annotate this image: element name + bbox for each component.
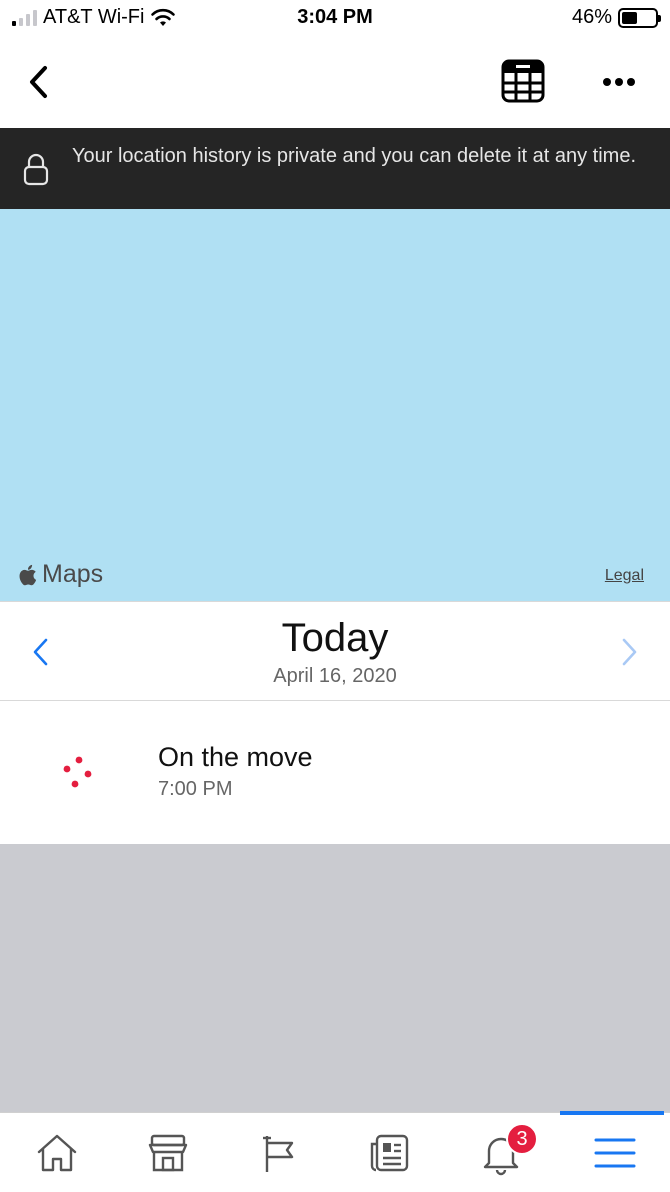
next-day-button[interactable]	[614, 632, 644, 672]
apple-maps-logo: Maps	[18, 560, 103, 589]
back-button[interactable]	[18, 60, 58, 104]
battery-icon	[618, 7, 661, 28]
more-options-button[interactable]	[596, 60, 642, 104]
nav-bar	[0, 38, 670, 128]
notification-badge: 3	[506, 1123, 538, 1155]
marketplace-icon	[148, 1134, 188, 1172]
date-title: Today	[281, 616, 389, 660]
status-time: 3:04 PM	[297, 6, 373, 28]
map-view[interactable]: Maps Legal	[0, 209, 670, 601]
chevron-left-icon	[30, 66, 47, 98]
ellipsis-icon	[603, 78, 635, 86]
menu-icon	[594, 1138, 636, 1168]
privacy-message: Your location history is private and you…	[72, 145, 637, 167]
date-subtitle: April 16, 2020	[273, 665, 397, 687]
apple-logo-icon	[19, 564, 37, 585]
tab-pages[interactable]	[224, 1113, 334, 1192]
date-selector: Today April 16, 2020	[0, 601, 670, 701]
tab-home[interactable]	[2, 1113, 112, 1192]
tab-bar: 3	[0, 1111, 670, 1192]
chevron-right-icon	[622, 638, 637, 666]
status-bar: AT&T Wi-Fi 3:04 PM 46%	[0, 0, 670, 38]
tab-news[interactable]	[335, 1113, 445, 1192]
activity-list-item[interactable]: On the move 7:00 PM	[0, 702, 670, 844]
battery-percent: 46%	[571, 6, 612, 28]
home-icon	[37, 1134, 77, 1172]
flag-icon	[263, 1136, 294, 1172]
privacy-banner: Your location history is private and you…	[0, 128, 670, 209]
dots-icon	[63, 756, 92, 788]
tab-marketplace[interactable]	[113, 1113, 223, 1192]
activity-time: 7:00 PM	[158, 778, 233, 800]
maps-attribution: Maps	[42, 560, 104, 588]
tab-notifications[interactable]: 3	[446, 1113, 556, 1192]
tab-menu[interactable]	[560, 1111, 670, 1192]
legal-link[interactable]: Legal	[605, 567, 644, 585]
activity-title: On the move	[158, 742, 313, 772]
calendar-button[interactable]	[500, 58, 546, 104]
empty-area	[0, 844, 670, 1112]
calendar-icon	[501, 59, 545, 103]
news-icon	[370, 1134, 409, 1172]
lock-icon	[23, 153, 49, 186]
